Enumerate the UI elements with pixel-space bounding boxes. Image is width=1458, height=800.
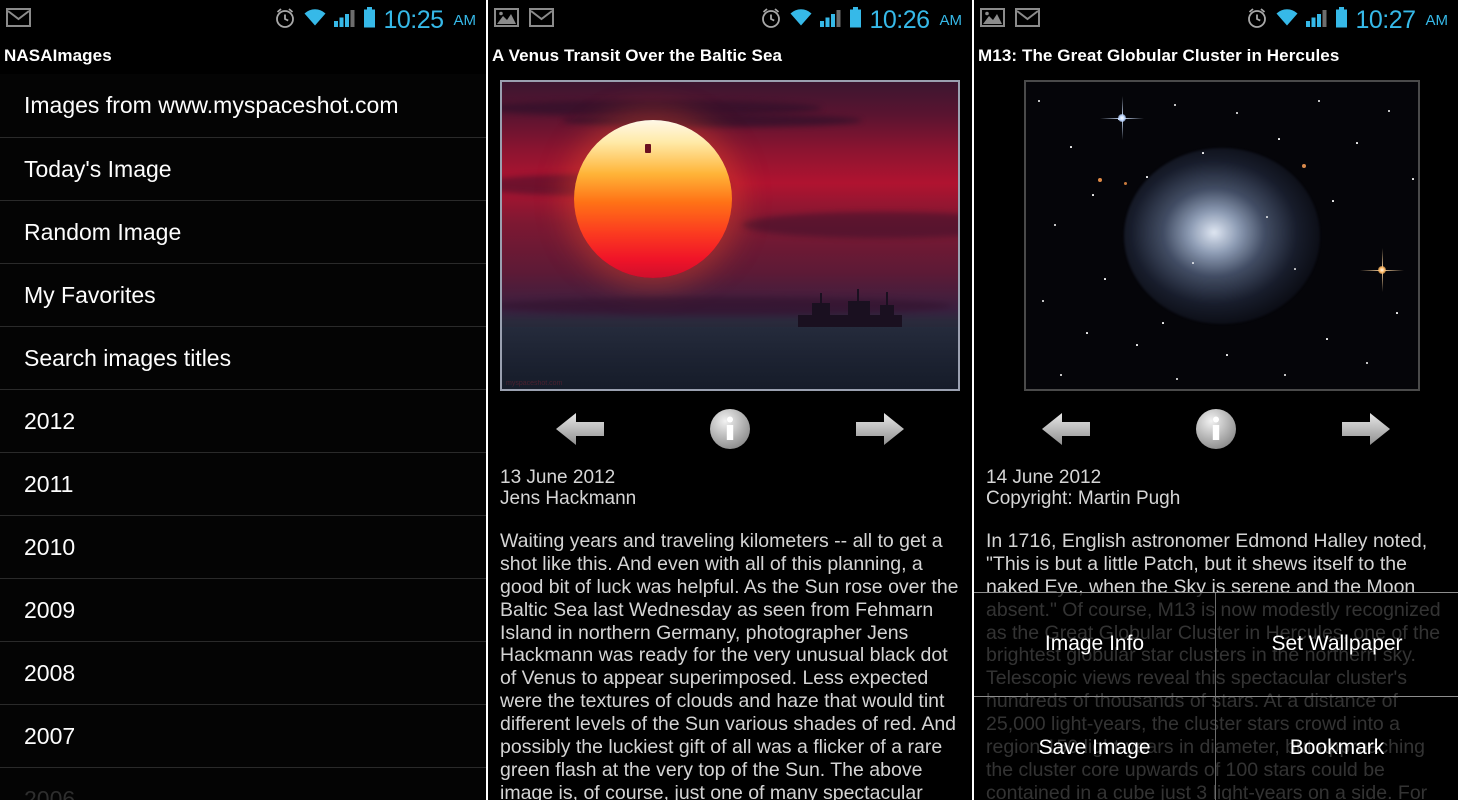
list-item-2006[interactable]: 2006 <box>0 767 486 800</box>
status-notification-icons <box>494 8 554 32</box>
context-menu-item-set-wallpaper[interactable]: Set Wallpaper <box>1216 593 1458 697</box>
list-item-todays-image[interactable]: Today's Image <box>0 137 486 200</box>
status-bar: 10:26 AM <box>488 0 972 40</box>
list-item-2011[interactable]: 2011 <box>0 452 486 515</box>
context-menu-label: Bookmark <box>1289 736 1385 760</box>
image-date: 13 June 2012 <box>500 467 616 488</box>
m13-cluster-photo[interactable] <box>1024 80 1420 391</box>
signal-icon <box>820 8 842 32</box>
next-image-icon[interactable] <box>854 409 906 449</box>
status-system-icons: 10:25 AM <box>274 6 476 35</box>
context-menu-item-bookmark[interactable]: Bookmark <box>1216 697 1458 800</box>
previous-image-icon[interactable] <box>1040 409 1092 449</box>
image-date: 14 June 2012 <box>986 467 1102 488</box>
menu-list: Images from www.myspaceshot.com Today's … <box>0 74 486 800</box>
photo-watermark: myspaceshot.com <box>506 380 563 387</box>
status-clock-ampm: AM <box>1425 11 1449 29</box>
status-clock-ampm: AM <box>453 11 477 29</box>
list-item-search-images-titles[interactable]: Search images titles <box>0 326 486 389</box>
screenshot-root: 10:25 AM NASAImages Images from www.mysp… <box>0 0 1458 800</box>
status-clock-time: 10:25 <box>383 5 444 34</box>
wifi-icon <box>303 8 327 32</box>
list-item-my-favorites[interactable]: My Favorites <box>0 263 486 326</box>
context-menu-label: Set Wallpaper <box>1271 632 1403 656</box>
list-item-2009[interactable]: 2009 <box>0 578 486 641</box>
gallery-icon <box>494 8 519 32</box>
alarm-icon <box>274 7 296 34</box>
list-item-label: My Favorites <box>24 281 156 308</box>
status-system-icons: 10:27 AM <box>1246 6 1448 35</box>
wifi-icon <box>789 8 813 32</box>
starfield <box>1026 82 1418 389</box>
panel-m13-cluster: 10:27 AM M13: The Great Globular Cluster… <box>972 0 1458 800</box>
list-item-label: 2009 <box>24 596 76 623</box>
list-item-label: Today's Image <box>24 155 172 182</box>
globular-cluster-scene <box>1026 82 1418 389</box>
alarm-icon <box>1246 7 1268 34</box>
gmail-icon <box>1015 8 1040 32</box>
page-title: A Venus Transit Over the Baltic Sea <box>492 46 783 65</box>
image-credit: Copyright: Martin Pugh <box>986 488 1181 510</box>
alarm-icon <box>760 7 782 34</box>
battery-icon <box>849 7 862 33</box>
list-item-random-image[interactable]: Random Image <box>0 200 486 263</box>
image-description: Waiting years and traveling kilometers -… <box>500 529 959 800</box>
page-title: M13: The Great Globular Cluster in Hercu… <box>978 46 1340 65</box>
list-item-2010[interactable]: 2010 <box>0 515 486 578</box>
list-item-label: 2011 <box>24 470 74 497</box>
previous-image-icon[interactable] <box>554 409 606 449</box>
venus-dot <box>645 144 651 153</box>
list-item-label: 2012 <box>24 407 76 434</box>
panel-nasaimages-list: 10:25 AM NASAImages Images from www.mysp… <box>0 0 486 800</box>
sunset-scene: myspaceshot.com <box>502 82 958 389</box>
gmail-icon <box>529 8 554 32</box>
status-notification-icons <box>980 8 1040 32</box>
panel-venus-transit: 10:26 AM A Venus Transit Over the Baltic… <box>486 0 972 800</box>
image-navigation-bar <box>488 391 972 467</box>
ship-silhouette <box>790 289 910 327</box>
wifi-icon <box>1275 8 1299 32</box>
image-info-icon[interactable] <box>708 407 752 451</box>
context-menu-item-save-image[interactable]: Save Image <box>974 696 1216 800</box>
context-menu-item-image-info[interactable]: Image Info <box>974 593 1216 697</box>
list-item-label: Images from www.myspaceshot.com <box>24 92 399 118</box>
sea <box>502 327 958 389</box>
gmail-icon <box>6 8 31 32</box>
status-clock-time: 10:27 <box>1355 5 1416 34</box>
image-metadata: 14 June 2012 Copyright: Martin Pugh <box>974 467 1458 510</box>
image-info-icon[interactable] <box>1194 407 1238 451</box>
sun-disc <box>574 120 732 278</box>
list-item-label: 2006 <box>24 785 76 800</box>
list-item-myspaceshot[interactable]: Images from www.myspaceshot.com <box>0 74 486 137</box>
status-bar: 10:25 AM <box>0 0 486 40</box>
status-clock-ampm: AM <box>939 11 963 29</box>
context-menu: Image Info Set Wallpaper Save Image Book… <box>974 593 1458 800</box>
status-notification-icons <box>6 8 31 32</box>
list-item-label: Random Image <box>24 218 182 245</box>
image-credit: Jens Hackmann <box>500 488 637 510</box>
battery-icon <box>1335 7 1348 33</box>
status-system-icons: 10:26 AM <box>760 6 962 35</box>
venus-transit-photo[interactable]: myspaceshot.com <box>500 80 960 391</box>
next-image-icon[interactable] <box>1340 409 1392 449</box>
list-item-2008[interactable]: 2008 <box>0 641 486 704</box>
signal-icon <box>334 8 356 32</box>
status-bar: 10:27 AM <box>974 0 1458 40</box>
status-clock-time: 10:26 <box>869 5 930 34</box>
list-item-2012[interactable]: 2012 <box>0 389 486 452</box>
list-item-label: Search images titles <box>24 344 232 371</box>
context-menu-overlay: Image Info Set Wallpaper Save Image Book… <box>974 592 1458 800</box>
context-menu-label: Save Image <box>1038 736 1151 760</box>
list-item-label: 2007 <box>24 722 76 749</box>
app-title: NASAImages <box>4 46 112 65</box>
image-navigation-bar <box>974 391 1458 467</box>
list-item-2007[interactable]: 2007 <box>0 704 486 767</box>
list-item-label: 2008 <box>24 659 76 686</box>
gallery-icon <box>980 8 1005 32</box>
list-item-label: 2010 <box>24 533 76 560</box>
battery-icon <box>363 7 376 33</box>
signal-icon <box>1306 8 1328 32</box>
image-metadata: 13 June 2012 Jens Hackmann <box>488 467 972 510</box>
context-menu-label: Image Info <box>1044 632 1145 656</box>
